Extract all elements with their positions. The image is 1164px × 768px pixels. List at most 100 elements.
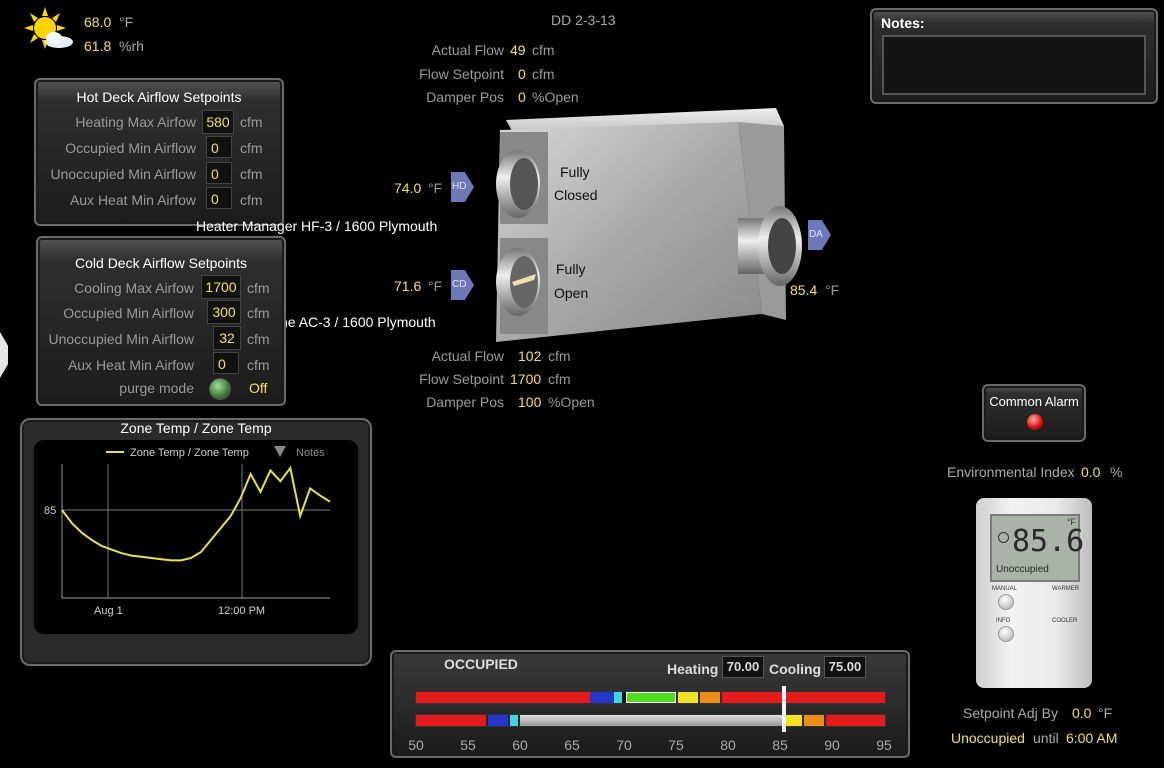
scale-tick-95: 95 <box>876 737 892 753</box>
page-title: DD 2-3-13 <box>551 12 616 28</box>
cold-unocc-min-value[interactable]: 32 <box>213 326 241 350</box>
thermostat-display: °F 85.6 Unoccupied <box>990 514 1084 582</box>
env-index-value: 0.0 <box>1081 464 1101 480</box>
manual-button[interactable] <box>998 594 1014 610</box>
hot-deck-arrow-icon: HD <box>451 172 474 202</box>
hot-unocc-min-value[interactable]: 0 <box>206 162 232 184</box>
env-index-label: Environmental Index <box>947 464 1075 480</box>
hot-actual-flow-unit: cfm <box>532 42 555 58</box>
cooler-label: COOLER <box>1052 618 1078 624</box>
hot-unocc-min-label: Unoccupied Min Airflow <box>50 166 196 182</box>
notes-label: Notes: <box>881 15 925 31</box>
occupied-range-bar <box>415 691 886 704</box>
hot-aux-min-value[interactable]: 0 <box>206 187 232 209</box>
notes-link: Notes <box>296 447 325 459</box>
outdoor-humidity: 61.8 <box>84 38 112 54</box>
cold-actual-flow-unit: cfm <box>548 348 571 364</box>
hot-heating-max-label: Heating Max Airfow <box>75 114 196 130</box>
alarm-led-icon <box>1027 414 1043 430</box>
x-tick-noon: 12:00 PM <box>218 605 265 617</box>
setpoint-adj-label: Setpoint Adj By <box>963 705 1058 721</box>
hot-damper-state-line1: Fully <box>560 164 590 180</box>
cold-occ-min-value[interactable]: 300 <box>207 300 241 324</box>
occ-seg-heat-far <box>416 692 590 703</box>
hot-occ-min-label: Occupied Min Airflow <box>65 140 196 156</box>
cold-cooling-max-unit: cfm <box>247 280 270 296</box>
hot-damper-value: 0 <box>518 89 526 105</box>
unocc-seg-heat-far <box>416 715 486 726</box>
outdoor-temp-unit: °F <box>119 14 134 30</box>
current-temp-marker <box>782 686 787 732</box>
cold-deck-temp: 71.6 <box>394 278 422 294</box>
scale-tick-60: 60 <box>512 737 528 753</box>
occ-seg-heat-blue <box>590 692 614 703</box>
setpoint-adj-unit: °F <box>1098 705 1113 721</box>
hot-damper-label: Damper Pos <box>426 89 504 105</box>
hot-heating-max-unit: cfm <box>240 114 263 130</box>
discharge-air-temp-unit: °F <box>825 282 840 298</box>
cooling-setpoint-value[interactable]: 75.00 <box>824 656 866 678</box>
cooling-label: Cooling <box>769 661 822 677</box>
hot-deck-title: Hot Deck Airflow Setpoints <box>76 89 242 105</box>
outdoor-temp: 68.0 <box>84 14 112 30</box>
purge-mode-indicator[interactable] <box>209 378 231 400</box>
cold-flow-setpoint-unit: cfm <box>548 371 571 387</box>
unocc-seg-gray <box>520 715 782 726</box>
hot-aux-min-unit: cfm <box>240 192 263 208</box>
scale-tick-90: 90 <box>824 737 840 753</box>
hot-actual-flow-value: 49 <box>510 42 526 58</box>
trend-title: Zone Temp / Zone Temp <box>120 420 272 436</box>
cold-aux-min-unit: cfm <box>247 357 270 373</box>
heating-label: Heating <box>667 661 719 677</box>
cold-unocc-min-label: Unoccupied Min Airflow <box>48 331 194 347</box>
info-label: INFO <box>996 618 1011 624</box>
cooling-device-label[interactable]: ne AC-3 / 1600 Plymouth <box>280 314 436 330</box>
cold-deck-temp-unit: °F <box>428 278 443 294</box>
hot-damper-state-line2: Closed <box>554 187 598 203</box>
hot-flow-setpoint-value: 0 <box>518 66 526 82</box>
cold-deck-title: Cold Deck Airflow Setpoints <box>75 255 247 271</box>
cold-deck-arrow-icon: CD <box>451 270 474 300</box>
cold-flow-setpoint-label: Flow Setpoint <box>419 371 504 387</box>
side-nav-tab[interactable] <box>0 332 8 378</box>
schedule-status: Unoccupied <box>951 730 1025 746</box>
hot-deck-temp: 74.0 <box>394 180 422 196</box>
occ-seg-green <box>626 692 676 703</box>
setpoint-adj-value: 0.0 <box>1072 705 1092 721</box>
info-button[interactable] <box>998 626 1014 642</box>
cold-cooling-max-value[interactable]: 1700 <box>201 275 241 299</box>
env-index-unit: % <box>1110 464 1123 480</box>
common-alarm-panel[interactable]: Common Alarm <box>982 384 1086 442</box>
legend-label: Zone Temp / Zone Temp <box>130 447 249 459</box>
outdoor-humidity-unit: %rh <box>119 38 144 54</box>
heater-manager-label[interactable]: Heater Manager HF-3 / 1600 Plymouth <box>196 218 437 234</box>
cold-aux-min-value[interactable]: 0 <box>213 352 239 374</box>
unocc-seg-orange <box>804 715 824 726</box>
warmer-label: WARMER <box>1052 586 1080 592</box>
schedule-until: until <box>1033 730 1059 746</box>
cold-occ-min-label: Occupied Min Airflow <box>63 305 194 321</box>
cold-aux-min-label: Aux Heat Min Airfow <box>67 357 194 373</box>
scale-tick-85: 85 <box>772 737 788 753</box>
scale-tick-55: 55 <box>460 737 476 753</box>
scale-tick-65: 65 <box>564 737 580 753</box>
trend-chart[interactable]: Zone Temp / Zone Temp Notes 85 Aug 1 12:… <box>34 440 358 634</box>
y-tick-85: 85 <box>44 505 56 517</box>
notes-textarea[interactable] <box>882 35 1146 95</box>
thermostat-device[interactable]: °F 85.6 Unoccupied MANUAL WARMER INFO CO… <box>976 498 1092 688</box>
cold-cooling-max-label: Cooling Max Airfow <box>74 280 194 296</box>
hot-flow-setpoint-label: Flow Setpoint <box>419 66 504 82</box>
occ-seg-heat-cyan <box>614 692 622 703</box>
cold-damper-state-line2: Open <box>554 285 589 301</box>
dual-duct-box-graphic[interactable] <box>476 106 836 346</box>
heating-setpoint-value[interactable]: 70.00 <box>722 656 764 678</box>
cold-damper-unit: %Open <box>548 394 595 410</box>
scale-tick-75: 75 <box>668 737 684 753</box>
trend-series-line <box>61 465 331 562</box>
notes-panel: Notes: <box>870 8 1158 104</box>
hot-heating-max-value[interactable]: 580 <box>202 110 234 134</box>
cold-damper-label: Damper Pos <box>426 394 504 410</box>
discharge-air-temp: 85.4 <box>790 282 818 298</box>
hot-occ-min-value[interactable]: 0 <box>206 136 232 158</box>
hot-aux-min-label: Aux Heat Min Airfow <box>69 192 196 208</box>
